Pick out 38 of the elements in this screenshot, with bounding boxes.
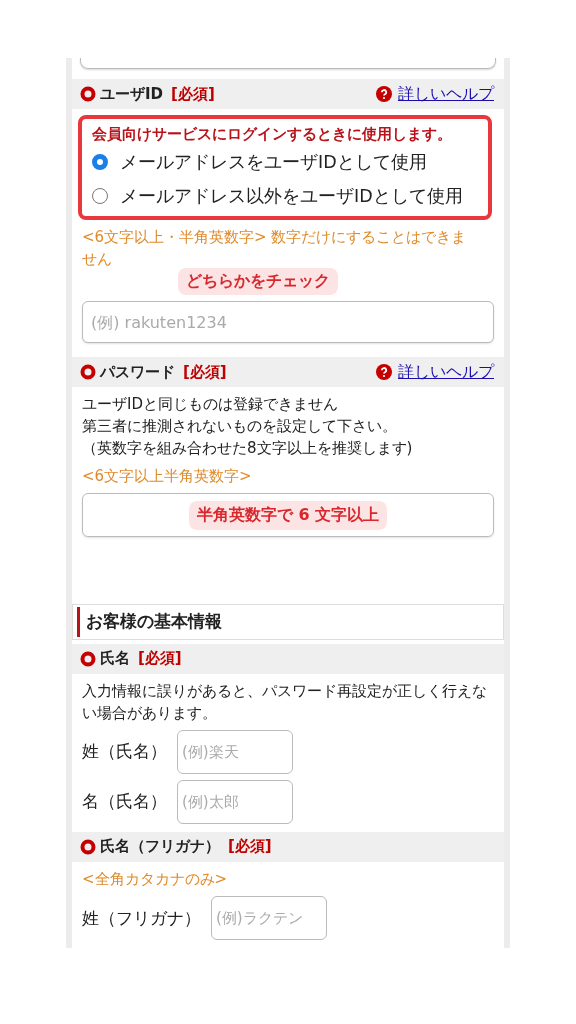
help-link[interactable]: 詳しいヘルプ: [376, 83, 494, 105]
help-icon: [376, 364, 392, 381]
user-id-field[interactable]: (例) rakuten1234: [82, 301, 494, 344]
required-label: [必須]: [183, 362, 227, 382]
help-link[interactable]: 詳しいヘルプ: [376, 361, 494, 383]
required-icon: [80, 650, 96, 667]
section-title: お客様の基本情報: [86, 610, 222, 634]
note-text: 入力情報に誤りがあると、パスワード再設定が正しく行えない場合があります。: [82, 680, 488, 724]
field-label: 氏名（フリガナ）: [100, 837, 220, 857]
required-label: [必須]: [228, 837, 272, 857]
hint-text: <6文字以上・半角英数字> 数字だけにすることはできません: [82, 227, 468, 271]
radio-option[interactable]: メールアドレスをユーザIDとして使用: [92, 146, 478, 179]
required-label: [必須]: [171, 84, 215, 104]
password-field[interactable]: 半角英数字で 6 文字以上: [82, 493, 494, 538]
radio-option[interactable]: メールアドレス以外をユーザIDとして使用: [92, 180, 478, 213]
required-icon: [80, 86, 96, 103]
field-label: 名（氏名）: [82, 790, 167, 814]
note-text: ユーザIDと同じものは登録できません 第三者に推測されないものを設定して下さい。 （英数字を組み合わせた8文字以上を推奨します): [82, 394, 414, 460]
annotation-label: どちらかをチェック: [178, 268, 338, 296]
required-label: [必須]: [138, 649, 182, 669]
radio-icon[interactable]: [92, 188, 108, 205]
field-label: 姓（フリガナ）: [82, 906, 201, 930]
field-label: ユーザID: [100, 84, 164, 104]
input-field[interactable]: [80, 58, 496, 70]
field-label: 氏名: [100, 649, 130, 669]
name-field[interactable]: (例)太郎: [177, 779, 293, 824]
field-label: パスワード: [100, 362, 175, 382]
help-icon: [376, 86, 392, 103]
hint-text: <全角カタカナのみ>: [82, 869, 229, 891]
annotation-label: 半角英数字で 6 文字以上: [188, 500, 388, 530]
required-icon: [80, 838, 96, 855]
radio-icon[interactable]: [92, 154, 108, 171]
name-field[interactable]: (例)楽天: [177, 729, 293, 774]
hint-text: <6文字以上半角英数字>: [82, 466, 253, 488]
required-icon: [80, 364, 96, 381]
name-field[interactable]: (例)ラクテン: [211, 896, 327, 941]
field-label: 姓（氏名）: [82, 740, 167, 764]
callout-text: 会員向けサービスにログインするときに使用します。: [92, 125, 453, 145]
